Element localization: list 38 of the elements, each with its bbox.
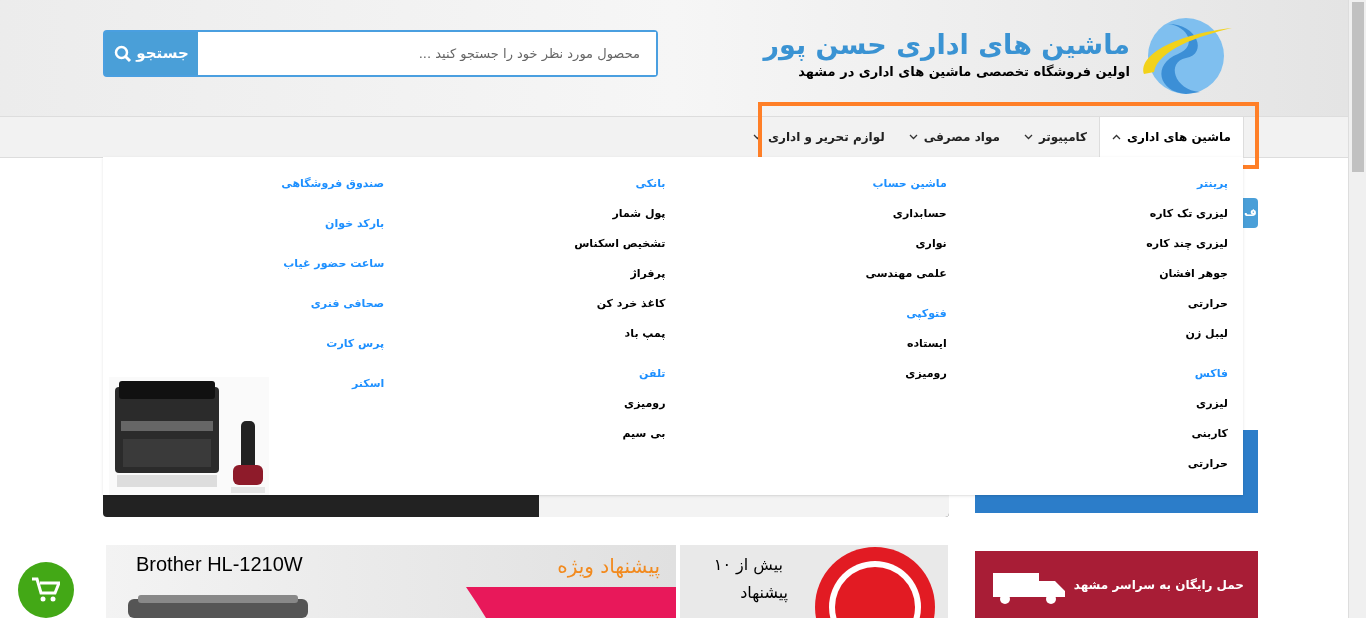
menu-item-link[interactable]: علمی مهندسی: [865, 264, 947, 284]
scrollbar-thumb[interactable]: [1351, 2, 1364, 172]
menu-item-link[interactable]: لیزری تک کاره: [1149, 204, 1228, 224]
nav-tab[interactable]: ماشین های اداری: [1099, 117, 1244, 157]
menu-item-link[interactable]: کاغذ خرد کن: [596, 294, 666, 314]
cart-button[interactable]: [18, 562, 74, 618]
menu-item-link[interactable]: لیبل زن: [1185, 324, 1228, 344]
tagline: اولین فروشگاه تخصصی ماشین های اداری در مشهد: [798, 63, 1130, 82]
menu-item-link[interactable]: پول شمار: [612, 204, 666, 224]
banner-text: پیشنهاد: [740, 582, 788, 605]
caret-up-icon: [1112, 134, 1122, 140]
delivery-text: حمل رایگان به سراسر مشهد: [1073, 576, 1244, 594]
menu-item-link[interactable]: پمپ باد: [624, 324, 666, 344]
menu-item-link[interactable]: حرارتی: [1187, 454, 1228, 474]
logo-title: ماشین های اداری حسن پور: [763, 28, 1130, 63]
offer-title: پیشنهاد ویژه: [557, 553, 660, 581]
menu-item-link[interactable]: بی سیم: [622, 424, 666, 444]
banner-text: بیش از ۱۰: [713, 554, 783, 577]
menu-item-link[interactable]: لیزری چند کاره: [1146, 234, 1228, 254]
product-name: Brother HL-1210W: [136, 552, 303, 577]
menu-item-link[interactable]: حرارتی: [1187, 294, 1228, 314]
menu-item-link[interactable]: تشخیص اسکناس: [574, 234, 666, 254]
menu-item-link[interactable]: ایستاده: [906, 334, 947, 354]
menu-item-link[interactable]: رومیزی: [905, 364, 947, 384]
menu-item-link[interactable]: جوهر افشان: [1159, 264, 1228, 284]
menu-item-link[interactable]: لیزری: [1196, 394, 1228, 414]
menu-item-link[interactable]: کاربنی: [1191, 424, 1228, 444]
nav-tab[interactable]: لوازم تحریر و اداری: [741, 117, 897, 157]
menu-item-link[interactable]: حسابداری: [892, 204, 947, 224]
search-icon: [114, 44, 133, 63]
cart-icon: [32, 577, 60, 603]
menu-item-link[interactable]: رومیزی: [624, 394, 666, 414]
nav-tab[interactable]: کامپیوتر: [1011, 117, 1100, 157]
nav-tab[interactable]: مواد مصرفی: [896, 117, 1012, 157]
caret-down-icon: [908, 134, 918, 140]
menu-item-link[interactable]: نواری: [915, 234, 947, 254]
menu-item-link[interactable]: پرفراژ: [630, 264, 666, 284]
caret-down-icon: [1023, 134, 1033, 140]
